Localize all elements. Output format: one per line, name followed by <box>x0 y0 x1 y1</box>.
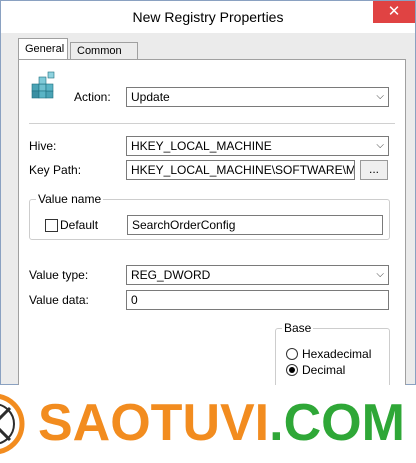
base-group: Base Hexadecimal Decimal <box>275 321 390 388</box>
decimal-label: Decimal <box>302 363 346 377</box>
browse-button[interactable]: ... <box>360 160 388 180</box>
separator <box>29 123 395 124</box>
value-type-value: REG_DWORD <box>131 268 211 282</box>
value-name-input[interactable]: SearchOrderConfig <box>127 215 383 235</box>
hexadecimal-radio[interactable] <box>286 348 298 360</box>
value-data-label: Value data: <box>29 293 89 307</box>
keypath-input[interactable]: HKEY_LOCAL_MACHINE\SOFTWARE\Microsoft\ <box>126 160 355 180</box>
value-name-group-title: Value name <box>36 192 104 206</box>
watermark-main: SAOTUVI <box>38 394 270 452</box>
decimal-radio[interactable] <box>286 364 298 376</box>
keypath-label: Key Path: <box>29 163 82 177</box>
registry-properties-dialog: New Registry Properties ✕ General Common… <box>0 0 416 388</box>
chevron-down-icon: ⌵ <box>376 91 384 102</box>
watermark-banner: SAOTUVI.COM <box>0 385 416 463</box>
value-name-group: Value name Default SearchOrderConfig <box>29 192 390 240</box>
chevron-down-icon: ⌵ <box>376 140 384 151</box>
chevron-down-icon: ⌵ <box>376 269 384 280</box>
watermark-com: .COM <box>269 394 405 452</box>
hive-value: HKEY_LOCAL_MACHINE <box>131 139 272 153</box>
tab-general[interactable]: General <box>18 38 68 59</box>
action-select[interactable]: Update ⌵ <box>126 87 389 107</box>
action-label: Action: <box>74 90 111 104</box>
value-data-input[interactable]: 0 <box>126 290 389 310</box>
hive-select[interactable]: HKEY_LOCAL_MACHINE ⌵ <box>126 136 389 156</box>
window-title: New Registry Properties <box>132 9 284 25</box>
default-checkbox[interactable] <box>45 219 58 232</box>
watermark-text: SAOTUVI.COM <box>38 393 405 453</box>
value-type-select[interactable]: REG_DWORD ⌵ <box>126 265 389 285</box>
default-label: Default <box>60 218 99 232</box>
value-type-label: Value type: <box>29 268 89 282</box>
tab-common[interactable]: Common <box>70 42 138 60</box>
action-value: Update <box>131 90 170 104</box>
title-bar: New Registry Properties ✕ <box>1 1 415 33</box>
registry-cubes-icon <box>31 71 55 99</box>
general-panel: Action: Update ⌵ Hive: HKEY_LOCAL_MACHIN… <box>18 59 406 388</box>
hexadecimal-label: Hexadecimal <box>302 347 372 361</box>
close-button[interactable]: ✕ <box>373 1 415 23</box>
hive-label: Hive: <box>29 139 57 153</box>
compass-logo-icon <box>0 394 25 454</box>
base-group-title: Base <box>282 321 314 335</box>
